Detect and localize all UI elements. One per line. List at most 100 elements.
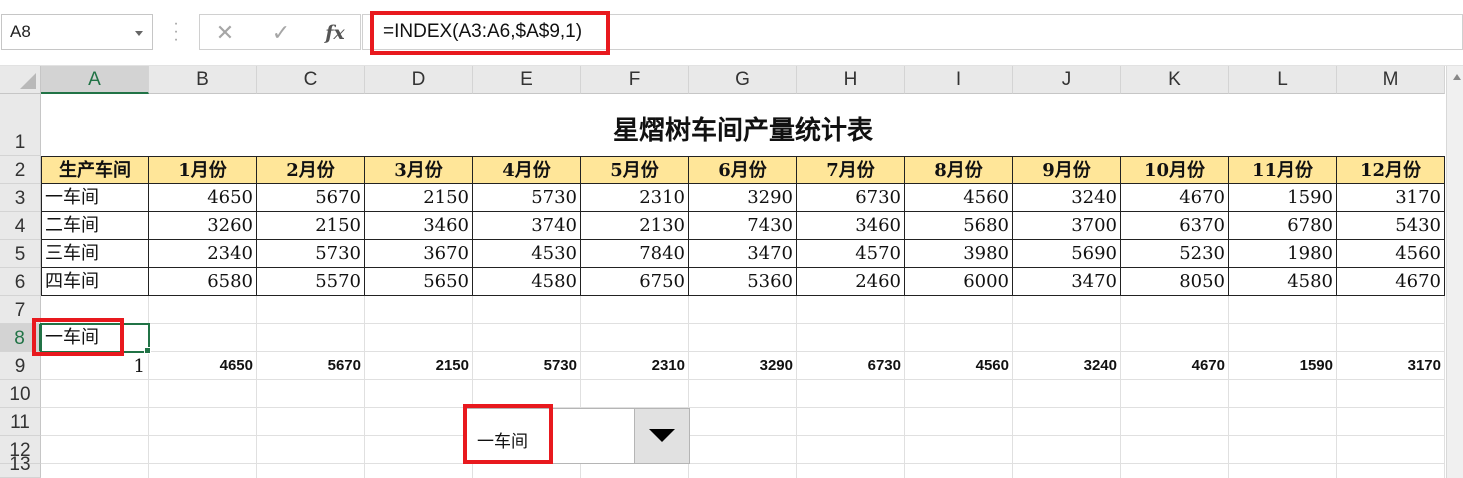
- column-header-f[interactable]: F: [581, 66, 689, 94]
- workshop-name-cell[interactable]: 一车间: [41, 184, 149, 212]
- data-cell[interactable]: 5730: [257, 240, 365, 268]
- row-header-10[interactable]: 10: [0, 380, 41, 408]
- data-cell[interactable]: 7840: [581, 240, 689, 268]
- row-header-3[interactable]: 3: [0, 184, 41, 212]
- data-cell[interactable]: 5690: [1013, 240, 1121, 268]
- result-cell[interactable]: 2310: [581, 352, 689, 380]
- data-cell[interactable]: 6750: [581, 268, 689, 296]
- data-cell[interactable]: 2340: [149, 240, 257, 268]
- data-cell[interactable]: 6370: [1121, 212, 1229, 240]
- result-cell[interactable]: 1590: [1229, 352, 1337, 380]
- data-cell[interactable]: 6730: [797, 184, 905, 212]
- table-header-cell[interactable]: 2月份: [257, 156, 365, 184]
- table-header-cell[interactable]: 生产车间: [41, 156, 149, 184]
- data-cell[interactable]: 3460: [365, 212, 473, 240]
- data-cell[interactable]: 4570: [797, 240, 905, 268]
- column-header-c[interactable]: C: [257, 66, 365, 94]
- table-header-cell[interactable]: 1月份: [149, 156, 257, 184]
- data-cell[interactable]: 3290: [689, 184, 797, 212]
- data-cell[interactable]: 3260: [149, 212, 257, 240]
- row-header-6[interactable]: 6: [0, 268, 41, 296]
- workshop-name-cell[interactable]: 二车间: [41, 212, 149, 240]
- data-cell[interactable]: 1980: [1229, 240, 1337, 268]
- data-cell[interactable]: 3470: [689, 240, 797, 268]
- data-cell[interactable]: 4560: [1337, 240, 1445, 268]
- data-cell[interactable]: 5670: [257, 184, 365, 212]
- result-cell[interactable]: 5670: [257, 352, 365, 380]
- data-cell[interactable]: 4580: [1229, 268, 1337, 296]
- column-header-m[interactable]: M: [1337, 66, 1445, 94]
- data-cell[interactable]: 5650: [365, 268, 473, 296]
- row-header-2[interactable]: 2: [0, 156, 41, 184]
- result-cell[interactable]: 4650: [149, 352, 257, 380]
- data-cell[interactable]: 4650: [149, 184, 257, 212]
- column-header-d[interactable]: D: [365, 66, 473, 94]
- result-cell[interactable]: 2150: [365, 352, 473, 380]
- row-header-5[interactable]: 5: [0, 240, 41, 268]
- data-cell[interactable]: 4580: [473, 268, 581, 296]
- data-cell[interactable]: 3980: [905, 240, 1013, 268]
- data-cell[interactable]: 2130: [581, 212, 689, 240]
- cell-a9[interactable]: 1: [41, 352, 149, 380]
- result-cell[interactable]: 3170: [1337, 352, 1445, 380]
- table-header-cell[interactable]: 3月份: [365, 156, 473, 184]
- data-cell[interactable]: 2150: [365, 184, 473, 212]
- table-header-cell[interactable]: 10月份: [1121, 156, 1229, 184]
- data-cell[interactable]: 4530: [473, 240, 581, 268]
- result-cell[interactable]: 4670: [1121, 352, 1229, 380]
- column-header-g[interactable]: G: [689, 66, 797, 94]
- column-header-j[interactable]: J: [1013, 66, 1121, 94]
- data-cell[interactable]: 6000: [905, 268, 1013, 296]
- data-cell[interactable]: 3460: [797, 212, 905, 240]
- column-header-l[interactable]: L: [1229, 66, 1337, 94]
- result-cell[interactable]: 4560: [905, 352, 1013, 380]
- select-all-corner[interactable]: [0, 66, 41, 94]
- data-cell[interactable]: 6580: [149, 268, 257, 296]
- row-header-11[interactable]: 11: [0, 408, 41, 436]
- workshop-name-cell[interactable]: 四车间: [41, 268, 149, 296]
- result-cell[interactable]: 6730: [797, 352, 905, 380]
- data-cell[interactable]: 4670: [1121, 184, 1229, 212]
- insert-function-icon[interactable]: fx: [320, 19, 350, 47]
- column-header-e[interactable]: E: [473, 66, 581, 94]
- data-cell[interactable]: 3700: [1013, 212, 1121, 240]
- data-cell[interactable]: 6780: [1229, 212, 1337, 240]
- vertical-scrollbar[interactable]: [1446, 66, 1463, 478]
- data-cell[interactable]: 3470: [1013, 268, 1121, 296]
- data-cell[interactable]: 5230: [1121, 240, 1229, 268]
- data-cell[interactable]: 7430: [689, 212, 797, 240]
- data-cell[interactable]: 5730: [473, 184, 581, 212]
- spreadsheet-grid[interactable]: ABCDEFGHIJKLM 1 2 3 4 5 6 7 8 9 10 11 12 13 星熠树车间产量统…: [0, 66, 1463, 478]
- fill-handle[interactable]: [144, 347, 151, 354]
- column-header-b[interactable]: B: [149, 66, 257, 94]
- chevron-down-icon[interactable]: [135, 31, 143, 36]
- table-header-cell[interactable]: 11月份: [1229, 156, 1337, 184]
- data-cell[interactable]: 1590: [1229, 184, 1337, 212]
- table-header-cell[interactable]: 6月份: [689, 156, 797, 184]
- data-cell[interactable]: 3240: [1013, 184, 1121, 212]
- data-cell[interactable]: 5680: [905, 212, 1013, 240]
- column-header-a[interactable]: A: [41, 66, 149, 94]
- result-cell[interactable]: 3290: [689, 352, 797, 380]
- result-cell[interactable]: 3240: [1013, 352, 1121, 380]
- table-header-cell[interactable]: 9月份: [1013, 156, 1121, 184]
- table-header-cell[interactable]: 8月份: [905, 156, 1013, 184]
- close-icon[interactable]: ✕: [210, 19, 240, 47]
- column-header-h[interactable]: H: [797, 66, 905, 94]
- table-header-cell[interactable]: 4月份: [473, 156, 581, 184]
- row-header-4[interactable]: 4: [0, 212, 41, 240]
- column-header-k[interactable]: K: [1121, 66, 1229, 94]
- column-header-i[interactable]: I: [905, 66, 1013, 94]
- data-cell[interactable]: 5360: [689, 268, 797, 296]
- data-cell[interactable]: 5570: [257, 268, 365, 296]
- data-cell[interactable]: 8050: [1121, 268, 1229, 296]
- data-cell[interactable]: 5430: [1337, 212, 1445, 240]
- table-header-cell[interactable]: 5月份: [581, 156, 689, 184]
- name-box[interactable]: A8: [1, 14, 153, 50]
- data-cell[interactable]: 2150: [257, 212, 365, 240]
- data-cell[interactable]: 4670: [1337, 268, 1445, 296]
- data-cell[interactable]: 3170: [1337, 184, 1445, 212]
- scroll-up-icon[interactable]: [1453, 74, 1461, 80]
- workshop-name-cell[interactable]: 三车间: [41, 240, 149, 268]
- table-header-cell[interactable]: 12月份: [1337, 156, 1445, 184]
